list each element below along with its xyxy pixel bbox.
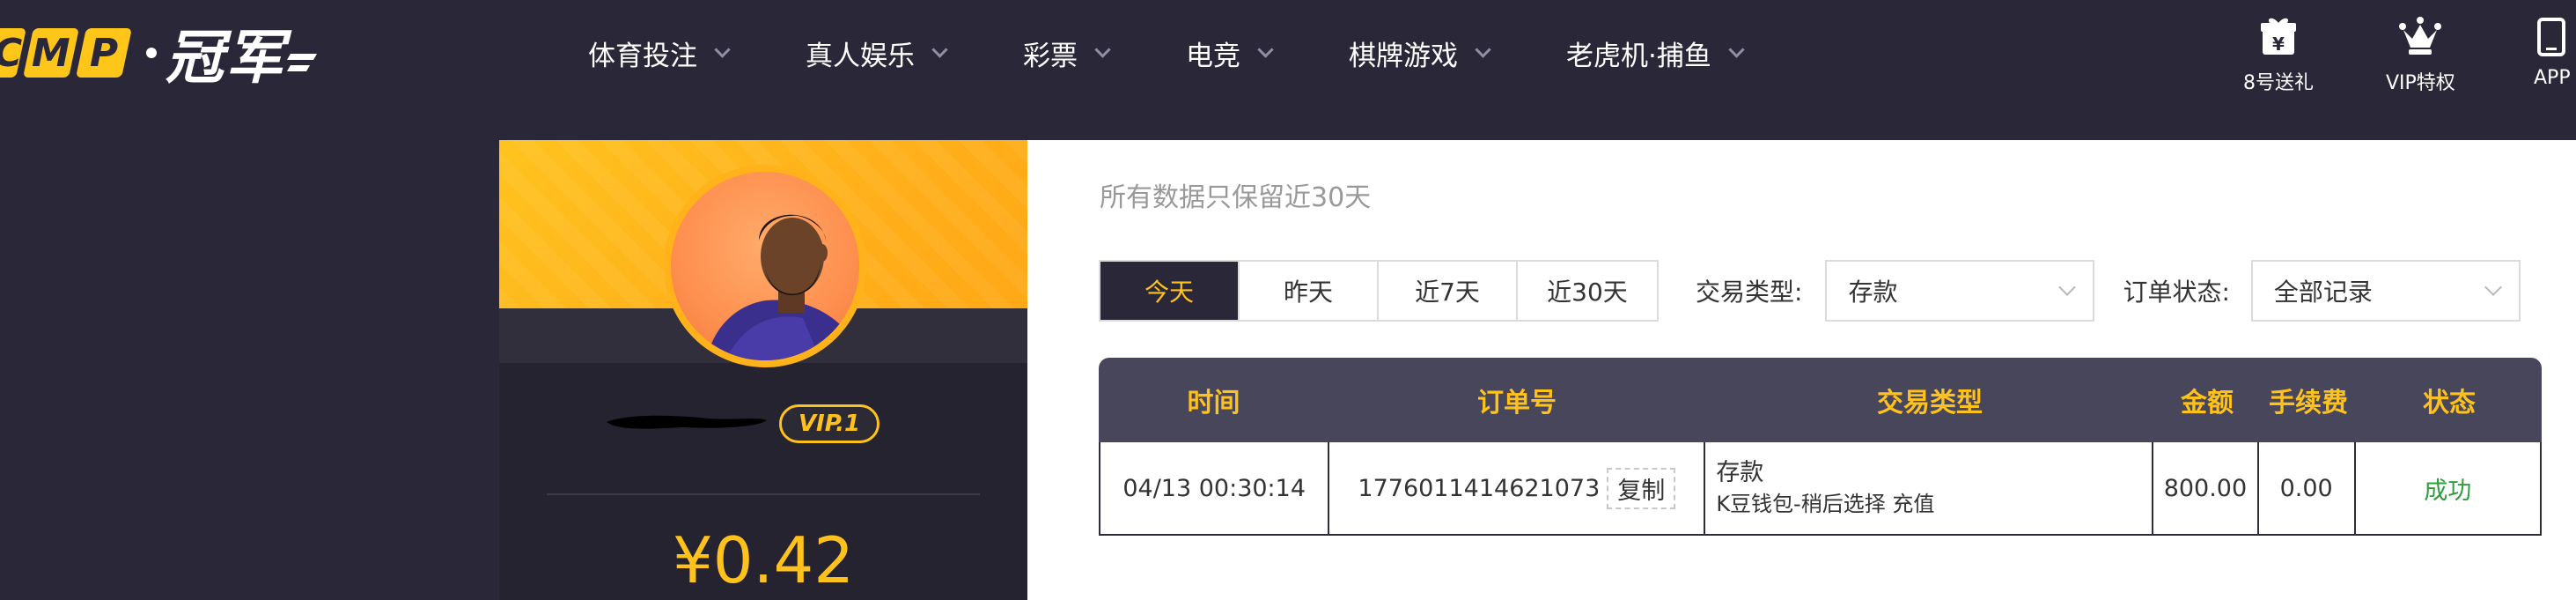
- nav-item-label: 老虎机·捕鱼: [1566, 41, 1711, 72]
- select-value: 全部记录: [2273, 278, 2373, 307]
- logo-letter-tile: C: [0, 28, 26, 78]
- column-header-amount: 金额: [2181, 388, 2234, 419]
- vip-level-badge: VIP.1: [779, 404, 880, 443]
- nav-item-label: 真人娱乐: [806, 41, 915, 72]
- user-profile-card: VIP.1 ¥0.42: [499, 140, 1027, 600]
- quick-link-vip[interactable]: VIP特权: [2386, 16, 2455, 95]
- quick-link-app[interactable]: APP: [2534, 16, 2576, 89]
- brand-logo[interactable]: C M P 冠军: [0, 24, 318, 92]
- select-value: 存款: [1848, 278, 1898, 307]
- nav-item-slots-fishing[interactable]: 老虎机·捕鱼: [1566, 33, 1745, 73]
- quick-link-label: 8号送礼: [2243, 72, 2314, 94]
- nav-item-sports[interactable]: 体育投注: [588, 33, 731, 73]
- type-filter-select[interactable]: 存款: [1825, 260, 2095, 322]
- cell-fee: 0.00: [2259, 442, 2356, 534]
- table-row: 04/13 00:30:14 1776011414621073 复制 存款 K豆…: [1099, 442, 2542, 536]
- cell-amount: 800.00: [2153, 442, 2259, 534]
- copy-button[interactable]: 复制: [1607, 467, 1676, 509]
- nav-item-esports[interactable]: 电竞: [1186, 33, 1274, 73]
- tab-yesterday[interactable]: 昨天: [1240, 262, 1379, 320]
- table-header: 时间 订单号 交易类型 金额 手续费 状态: [1099, 358, 2542, 442]
- nav-item-card-games[interactable]: 棋牌游戏: [1349, 33, 1491, 73]
- tab-today[interactable]: 今天: [1100, 262, 1240, 320]
- tab-last-30-days[interactable]: 近30天: [1518, 262, 1657, 320]
- tab-last-7-days[interactable]: 近7天: [1379, 262, 1518, 320]
- chevron-down-icon: [2484, 278, 2502, 296]
- chevron-down-icon: [1094, 41, 1111, 58]
- main-nav: 体育投注 真人娱乐 彩票 电竞 棋牌游戏 老虎机·捕鱼: [588, 0, 1745, 107]
- transaction-table: 时间 订单号 交易类型 金额 手续费 状态 04/13 00:30:14 177…: [1099, 358, 2542, 536]
- divider: [547, 493, 980, 495]
- nav-item-lottery[interactable]: 彩票: [1023, 33, 1111, 73]
- logo-speed-bars: [286, 54, 318, 71]
- quick-link-label: VIP特权: [2386, 72, 2455, 94]
- status-filter-select[interactable]: 全部记录: [2250, 260, 2521, 322]
- cell-order-no: 1776011414621073 复制: [1329, 442, 1706, 534]
- logo-brand-text: 冠军: [166, 24, 285, 92]
- avatar-image: [671, 172, 859, 360]
- svg-text:¥: ¥: [2272, 33, 2285, 55]
- type-filter-label: 交易类型:: [1696, 278, 1803, 307]
- crown-icon: [2398, 16, 2442, 56]
- column-header-status: 状态: [2423, 388, 2476, 419]
- cell-time: 04/13 00:30:14: [1100, 442, 1330, 534]
- logo-letter-tile: P: [76, 28, 132, 78]
- nav-item-label: 体育投注: [588, 41, 697, 72]
- type-main: 存款: [1716, 459, 1764, 486]
- nav-item-live-casino[interactable]: 真人娱乐: [806, 33, 948, 73]
- chevron-down-icon: [1475, 41, 1491, 58]
- top-navbar: C M P 冠军 体育投注 真人娱乐 彩票 电竞 棋牌游戏 老虎机·捕鱼 ¥ 8…: [0, 0, 2576, 140]
- gift-yen-icon: ¥: [2259, 16, 2298, 56]
- chevron-down-icon: [1728, 41, 1745, 58]
- cell-type: 存款 K豆钱包-稍后选择 充值: [1705, 442, 2154, 534]
- order-number: 1776011414621073: [1358, 474, 1601, 502]
- logo-dot: [146, 48, 157, 58]
- status-filter-label: 订单状态:: [2123, 278, 2230, 307]
- column-header-order-no: 订单号: [1477, 388, 1557, 419]
- quick-link-label: APP: [2534, 67, 2571, 89]
- quick-link-gift[interactable]: ¥ 8号送礼: [2243, 16, 2314, 95]
- wallet-balance: ¥0.42: [672, 523, 855, 597]
- chevron-down-icon: [714, 41, 731, 58]
- chevron-down-icon: [2058, 278, 2077, 296]
- chevron-down-icon: [1257, 41, 1274, 58]
- avatar[interactable]: [664, 165, 866, 367]
- nav-item-label: 棋牌游戏: [1349, 41, 1458, 72]
- date-range-tabs: 今天 昨天 近7天 近30天: [1099, 260, 1659, 322]
- nav-item-label: 彩票: [1023, 41, 1078, 72]
- type-detail: K豆钱包-稍后选择 充值: [1716, 492, 1935, 516]
- phone-icon: [2534, 16, 2569, 56]
- logo-letter-tile: M: [23, 28, 79, 78]
- chevron-down-icon: [931, 41, 948, 58]
- cell-status: 成功: [2424, 477, 2472, 505]
- retention-note: 所有数据只保留近30天: [1100, 182, 1372, 213]
- nav-item-label: 电竞: [1186, 41, 1240, 72]
- column-header-fee: 手续费: [2269, 388, 2348, 419]
- transaction-records-panel: 所有数据只保留近30天 今天 昨天 近7天 近30天 交易类型: 存款 订单状态…: [1027, 140, 2576, 600]
- column-header-time: 时间: [1187, 388, 1240, 419]
- username-redacted: [607, 415, 767, 429]
- column-header-type: 交易类型: [1877, 388, 1983, 419]
- filter-bar: 今天 昨天 近7天 近30天 交易类型: 存款 订单状态: 全部记录: [1099, 260, 2521, 322]
